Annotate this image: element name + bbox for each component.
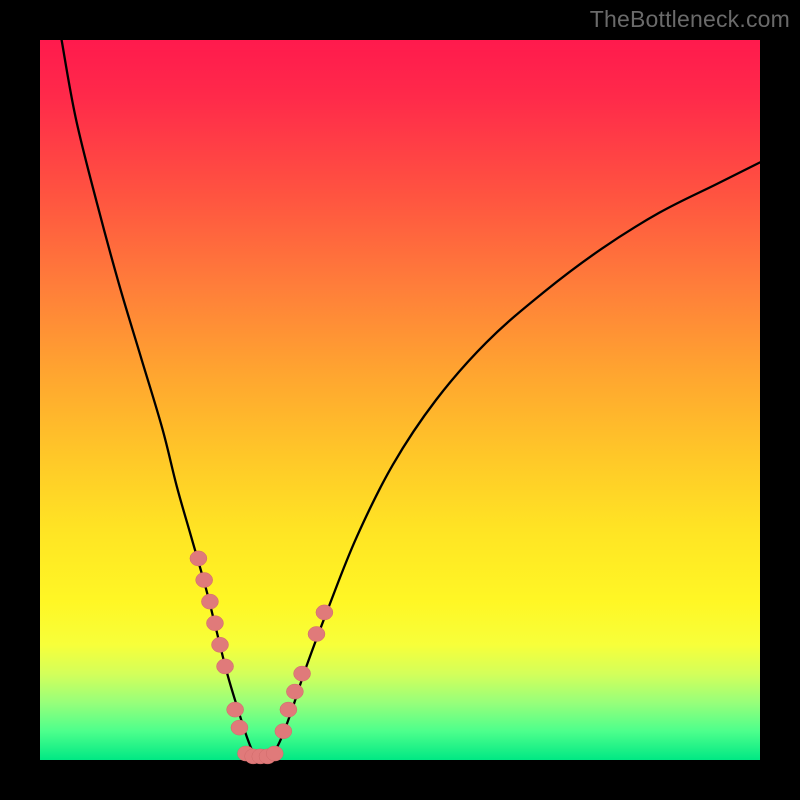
data-dot (227, 702, 244, 717)
chart-frame: TheBottleneck.com (0, 0, 800, 800)
data-dot (308, 627, 325, 642)
curve-svg (40, 40, 760, 760)
right-curve-line (270, 162, 760, 760)
left-curve-line (62, 40, 256, 760)
plot-area (40, 40, 760, 760)
data-dot (206, 616, 223, 631)
data-dot (201, 594, 218, 609)
data-dot (217, 659, 234, 674)
data-dot (196, 573, 213, 588)
data-dot (316, 605, 333, 620)
data-dot (212, 637, 229, 652)
data-dot (275, 724, 292, 739)
watermark-text: TheBottleneck.com (590, 6, 790, 33)
data-dot (231, 720, 248, 735)
data-dot (286, 684, 303, 699)
data-dots-group (190, 551, 333, 764)
data-dot (280, 702, 297, 717)
data-dot (294, 666, 311, 681)
data-dot (266, 746, 283, 761)
data-dot (190, 551, 207, 566)
